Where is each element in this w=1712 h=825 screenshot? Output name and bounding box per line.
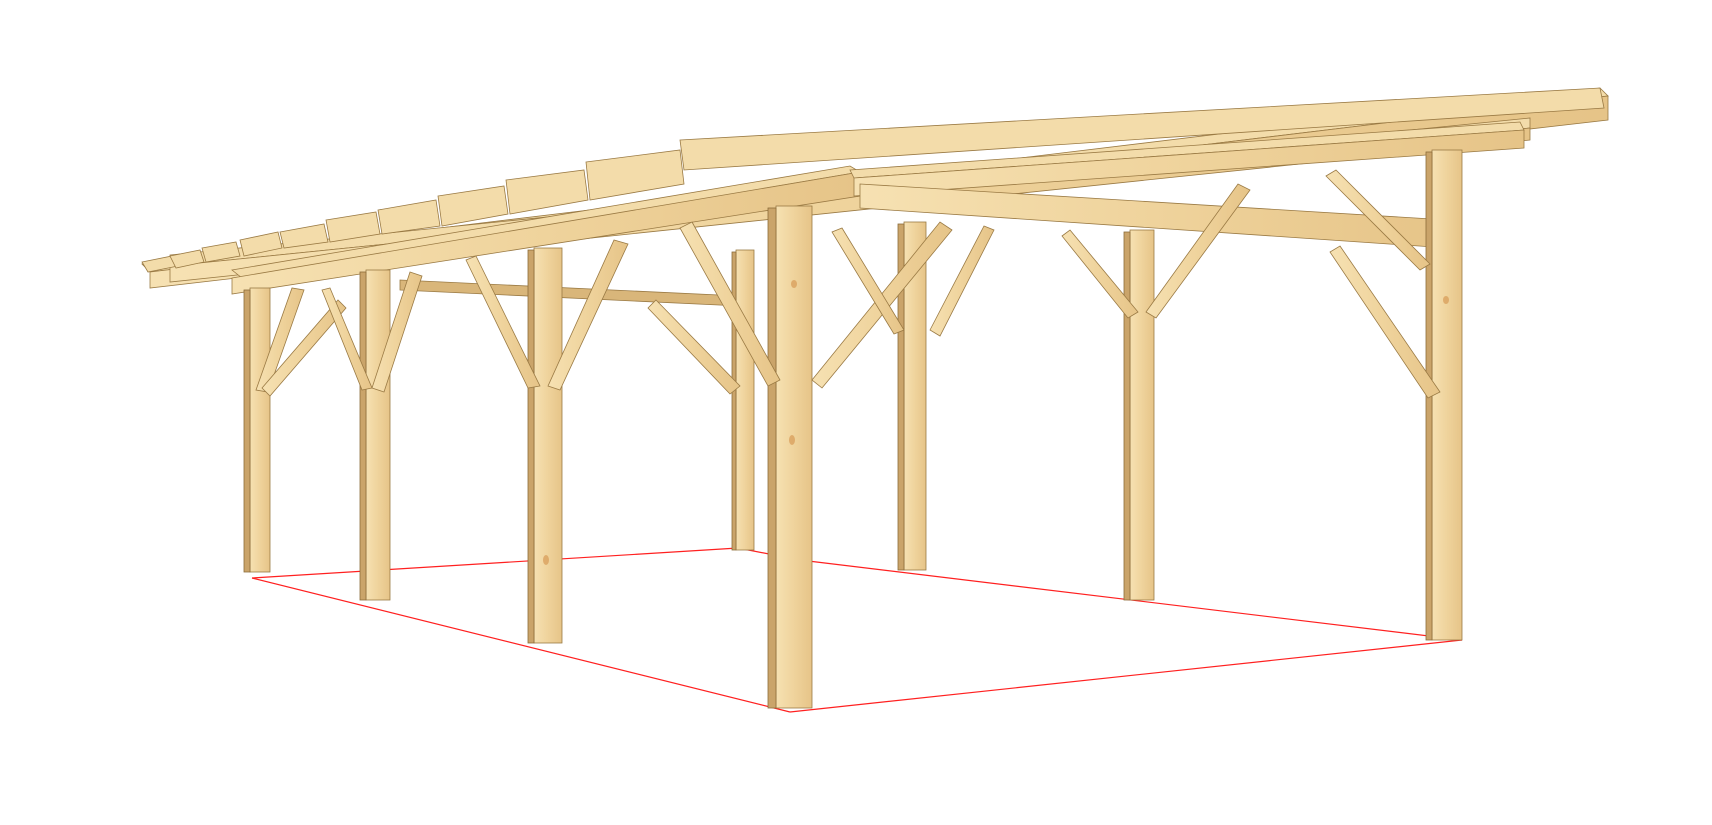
post-3	[527, 247, 563, 644]
post-7	[1123, 229, 1155, 601]
post-1	[243, 287, 271, 573]
post-2	[359, 269, 391, 601]
carport-3d-view	[141, 87, 1609, 713]
post-4	[731, 249, 755, 551]
post-5	[767, 205, 813, 709]
ground-footprint	[251, 547, 1463, 713]
